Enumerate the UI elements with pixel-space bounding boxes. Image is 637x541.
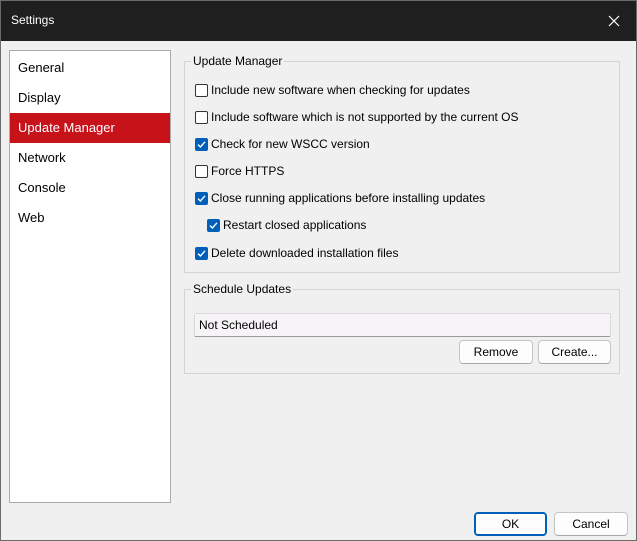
- sidebar-item-web[interactable]: Web: [10, 203, 170, 233]
- option-include-unsupported-software[interactable]: Include software which is not supported …: [195, 109, 519, 125]
- ok-button[interactable]: OK: [474, 512, 547, 536]
- cancel-button[interactable]: Cancel: [554, 512, 628, 536]
- option-delete-downloaded-files[interactable]: Delete downloaded installation files: [195, 245, 398, 261]
- sidebar-item-update-manager[interactable]: Update Manager: [10, 113, 170, 143]
- checkmark-icon: [197, 194, 206, 202]
- title-bar[interactable]: Settings: [1, 1, 636, 41]
- sidebar-item-general[interactable]: General: [10, 53, 170, 83]
- option-label: Check for new WSCC version: [211, 137, 370, 151]
- remove-schedule-button[interactable]: Remove: [459, 340, 533, 364]
- settings-category-list[interactable]: General Display Update Manager Network C…: [9, 50, 171, 503]
- option-include-new-software[interactable]: Include new software when checking for u…: [195, 82, 470, 98]
- checkbox-close-running-apps[interactable]: [195, 191, 208, 205]
- close-icon: [608, 15, 620, 27]
- checkmark-icon: [209, 221, 218, 229]
- option-label: Delete downloaded installation files: [211, 246, 399, 260]
- checkbox-delete-downloaded-files[interactable]: [195, 246, 208, 260]
- checkmark-icon: [197, 140, 206, 148]
- option-label: Include new software when checking for u…: [211, 83, 470, 97]
- checkmark-icon: [197, 249, 206, 257]
- schedule-updates-legend: Schedule Updates: [191, 282, 294, 296]
- checkbox-check-wscc-version[interactable]: [195, 137, 208, 151]
- option-check-wscc-version[interactable]: Check for new WSCC version: [195, 136, 370, 152]
- option-close-running-apps[interactable]: Close running applications before instal…: [195, 190, 485, 206]
- sidebar-item-display[interactable]: Display: [10, 83, 170, 113]
- settings-window: Settings General Display Update Manager …: [0, 0, 637, 541]
- checkbox-include-unsupported-software[interactable]: [195, 110, 208, 124]
- option-restart-closed-apps[interactable]: Restart closed applications: [207, 217, 366, 233]
- sidebar-item-console[interactable]: Console: [10, 173, 170, 203]
- schedule-status-field[interactable]: Not Scheduled: [194, 313, 611, 337]
- option-label: Restart closed applications: [223, 218, 367, 232]
- option-force-https[interactable]: Force HTTPS: [195, 163, 284, 179]
- sidebar-item-network[interactable]: Network: [10, 143, 170, 173]
- close-button[interactable]: [592, 1, 636, 41]
- option-label: Force HTTPS: [211, 164, 285, 178]
- checkbox-force-https[interactable]: [195, 164, 208, 178]
- window-title: Settings: [11, 13, 55, 27]
- create-schedule-button[interactable]: Create...: [538, 340, 611, 364]
- update-manager-group: Update Manager Include new software when…: [184, 54, 620, 273]
- option-label: Include software which is not supported …: [211, 110, 519, 124]
- option-label: Close running applications before instal…: [211, 191, 486, 205]
- checkbox-restart-closed-apps[interactable]: [207, 218, 220, 232]
- checkbox-include-new-software[interactable]: [195, 83, 208, 97]
- update-manager-legend: Update Manager: [191, 54, 285, 68]
- schedule-updates-group: Schedule Updates Not Scheduled Remove Cr…: [184, 282, 620, 374]
